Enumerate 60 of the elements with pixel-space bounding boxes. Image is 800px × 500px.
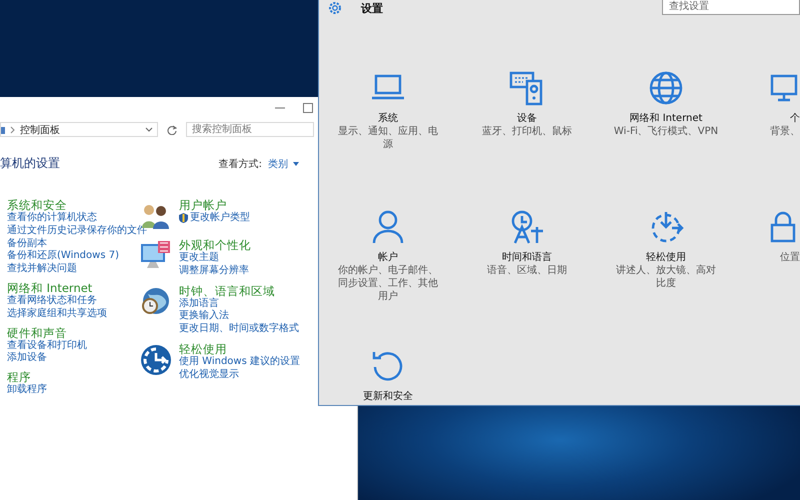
category-link[interactable]: 系统和安全 — [7, 198, 67, 212]
setting-title[interactable]: 帐户 — [378, 251, 398, 264]
view-by-dropdown[interactable]: 类别 — [268, 156, 299, 170]
globe-icon — [648, 70, 684, 106]
task-link[interactable]: 添加语言 — [179, 298, 219, 310]
category-link[interactable]: 硬件和声音 — [7, 326, 67, 340]
setting-description: 讲述人、放大镜、高对比度 — [615, 264, 717, 290]
task-link[interactable]: 优化视觉显示 — [179, 368, 239, 382]
task-link[interactable]: 更改帐户类型 — [190, 212, 250, 225]
task-link[interactable]: 查找并解决问题 — [7, 263, 77, 276]
setting-description: 语音、区域、日期 — [487, 264, 567, 277]
setting-title[interactable]: 轻松使用 — [646, 251, 686, 264]
task-link[interactable]: 备份和还原(Windows 7) — [7, 250, 119, 264]
chevron-right-icon — [10, 126, 15, 134]
settings-icon — [327, 0, 343, 16]
category-link[interactable]: 用户帐户 — [179, 198, 227, 212]
setting-title[interactable]: 系统 — [378, 112, 398, 125]
setting-title[interactable]: 时间和语言 — [502, 251, 552, 264]
window-title: 设置 — [361, 0, 383, 16]
task-link[interactable]: 选择家庭组和共享选项 — [7, 308, 107, 321]
setting-title[interactable]: 设备 — [517, 112, 537, 125]
setting-description: 位置 — [780, 251, 800, 264]
task-link[interactable]: 添加设备 — [7, 352, 47, 366]
task-link[interactable]: 更换输入法 — [179, 310, 229, 324]
view-by-label: 查看方式: — [218, 158, 262, 170]
task-link[interactable]: 调整屏幕分辨率 — [179, 264, 249, 278]
category-link[interactable]: 程序 — [7, 370, 31, 384]
person-icon — [370, 209, 406, 245]
task-link[interactable]: 查看你的计算机状态 — [7, 212, 97, 225]
setting-description: 背景、 — [770, 125, 800, 138]
page-heading: 算机的设置 — [0, 155, 60, 172]
setting-description: 蓝牙、打印机、鼠标 — [482, 125, 572, 138]
dropdown-icon — [145, 126, 153, 132]
category-link[interactable]: 时钟、语言和区域 — [179, 284, 275, 298]
setting-title[interactable]: 个 — [790, 112, 800, 125]
search-field[interactable]: 查找设置 — [662, 0, 800, 15]
setting-description: 你的帐户、电子邮件、同步设置、工作、其他用户 — [337, 264, 439, 303]
setting-description: Wi-Fi、飞行模式、VPN — [614, 125, 718, 138]
task-link[interactable]: 更改日期、时间或数字格式 — [179, 323, 299, 336]
address-path: 控制面板 — [20, 124, 60, 136]
setting-title[interactable]: 更新和安全 — [363, 390, 413, 403]
category-link[interactable]: 网络和 Internet — [7, 280, 92, 295]
keyboard-speaker-icon — [509, 70, 545, 106]
category-link[interactable]: 轻松使用 — [179, 342, 227, 356]
clock-icon — [509, 209, 545, 245]
task-link[interactable]: 查看网络状态和任务 — [7, 294, 97, 308]
setting-title[interactable]: 网络和 Internet — [630, 112, 702, 125]
category-icon — [140, 344, 172, 376]
folder-icon — [1, 124, 5, 134]
caret-icon — [293, 162, 299, 166]
task-link[interactable]: 查看设备和打印机 — [7, 340, 87, 352]
refresh-icon — [167, 124, 177, 134]
task-link[interactable]: 备份副本 — [7, 238, 47, 250]
task-link[interactable]: 卸载程序 — [7, 384, 47, 397]
setting-description: 显示、通知、应用、电源 — [337, 125, 439, 151]
category-link[interactable]: 外观和个性化 — [179, 238, 251, 252]
task-link[interactable]: 更改主题 — [179, 252, 219, 265]
address-bar[interactable]: 控制面板 — [0, 122, 158, 137]
maximize-icon — [303, 103, 313, 113]
task-link[interactable]: 使用 Windows 建议的设置 — [179, 356, 300, 369]
